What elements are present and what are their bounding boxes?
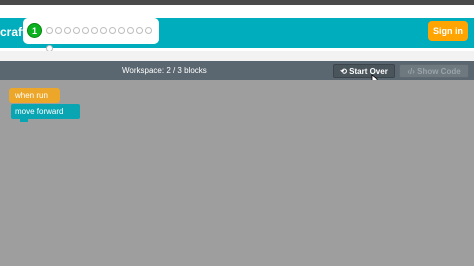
signin-button[interactable]: Sign in xyxy=(428,21,468,41)
move-forward-block[interactable]: move forward xyxy=(11,104,80,119)
show-code-button[interactable]: ‹/› Show Code xyxy=(399,64,469,78)
subheader xyxy=(0,51,474,61)
level-dot[interactable] xyxy=(91,27,98,34)
workspace-header: Workspace: 2 / 3 blocks ⟲ Start Over ‹/›… xyxy=(0,61,474,80)
level-dot[interactable] xyxy=(118,27,125,34)
code-icon: ‹/› xyxy=(407,67,415,76)
level-current[interactable]: 1 xyxy=(27,23,42,38)
level-dot[interactable] xyxy=(109,27,116,34)
level-dot[interactable] xyxy=(127,27,134,34)
workspace-label: Workspace: 2 / 3 blocks xyxy=(122,66,207,75)
level-dot[interactable] xyxy=(82,27,89,34)
level-dot[interactable] xyxy=(64,27,71,34)
level-dot[interactable] xyxy=(73,27,80,34)
level-dot[interactable] xyxy=(100,27,107,34)
show-code-label: Show Code xyxy=(417,67,461,76)
refresh-icon: ⟲ xyxy=(340,67,347,76)
level-progress: 1 xyxy=(23,18,159,52)
level-dot[interactable] xyxy=(55,27,62,34)
header: craft 1 Sign in xyxy=(0,5,474,52)
level-dot[interactable] xyxy=(136,27,143,34)
start-over-button[interactable]: ⟲ Start Over xyxy=(333,64,395,78)
level-dot[interactable] xyxy=(145,27,152,34)
when-run-block[interactable]: when run xyxy=(9,88,60,103)
block-notch xyxy=(20,118,28,122)
level-dot[interactable] xyxy=(46,27,53,34)
